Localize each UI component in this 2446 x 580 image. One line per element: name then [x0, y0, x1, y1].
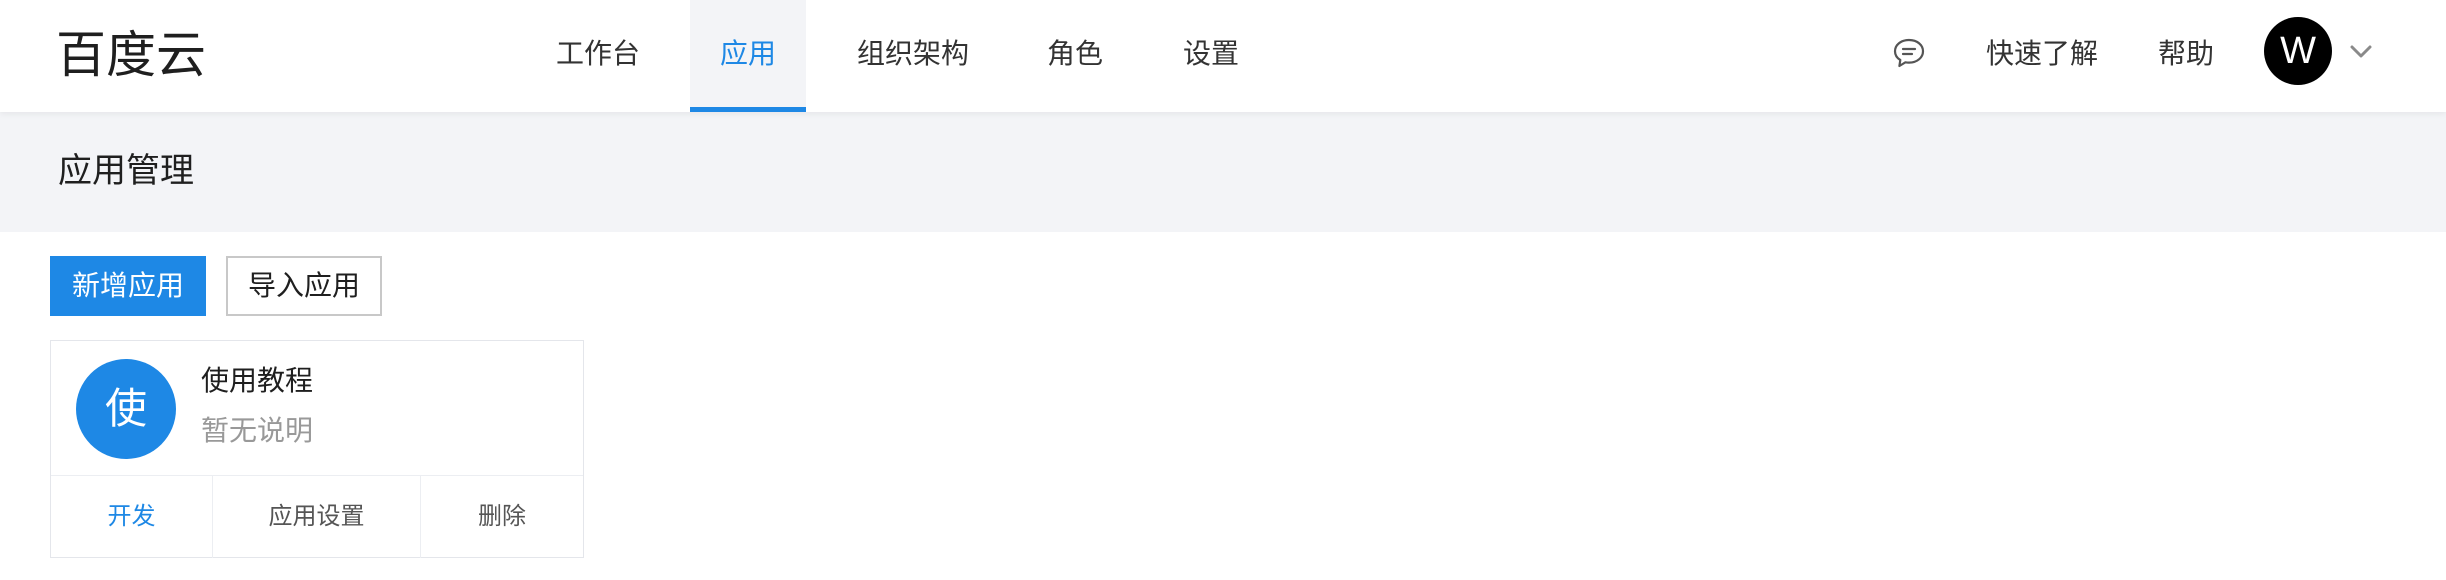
develop-button[interactable]: 开发: [51, 476, 213, 558]
top-navigation-bar: 百度云 工作台 应用 组织架构 角色 设置 快速了解 帮助 W: [0, 0, 2446, 112]
chevron-down-icon[interactable]: [2350, 44, 2372, 58]
nav-item-label: 组织架构: [856, 37, 969, 70]
app-card-actions: 开发 应用设置 删除: [51, 475, 583, 558]
nav-item-workbench[interactable]: 工作台: [528, 0, 668, 112]
add-app-button[interactable]: 新增应用: [50, 256, 206, 316]
app-description: 暂无说明: [201, 414, 314, 447]
chat-bubble-icon[interactable]: [1892, 36, 1926, 70]
app-card: 使 使用教程 暂无说明 开发 应用设置 删除: [50, 340, 584, 558]
delete-button[interactable]: 删除: [421, 476, 583, 558]
nav-item-label: 设置: [1182, 37, 1239, 70]
nav-item-label: 角色: [1046, 37, 1103, 70]
help-link[interactable]: 帮助: [2158, 0, 2214, 112]
app-card-info[interactable]: 使 使用教程 暂无说明: [51, 341, 583, 475]
app-settings-button[interactable]: 应用设置: [213, 476, 421, 558]
page-title: 应用管理: [58, 151, 194, 191]
import-app-button[interactable]: 导入应用: [226, 256, 382, 316]
nav-item-apps[interactable]: 应用: [690, 0, 806, 112]
app-name: 使用教程: [201, 364, 314, 397]
page-header: 应用管理: [0, 112, 2446, 232]
quick-start-link[interactable]: 快速了解: [1986, 0, 2098, 112]
app-avatar: 使: [76, 359, 176, 459]
nav-item-roles[interactable]: 角色: [1030, 0, 1120, 112]
nav-item-organization[interactable]: 组织架构: [838, 0, 988, 112]
nav-item-settings[interactable]: 设置: [1166, 0, 1256, 112]
nav-item-label: 应用: [719, 37, 776, 70]
nav-item-label: 工作台: [555, 37, 640, 70]
user-avatar[interactable]: W: [2264, 17, 2332, 85]
brand-logo[interactable]: 百度云: [56, 22, 206, 88]
